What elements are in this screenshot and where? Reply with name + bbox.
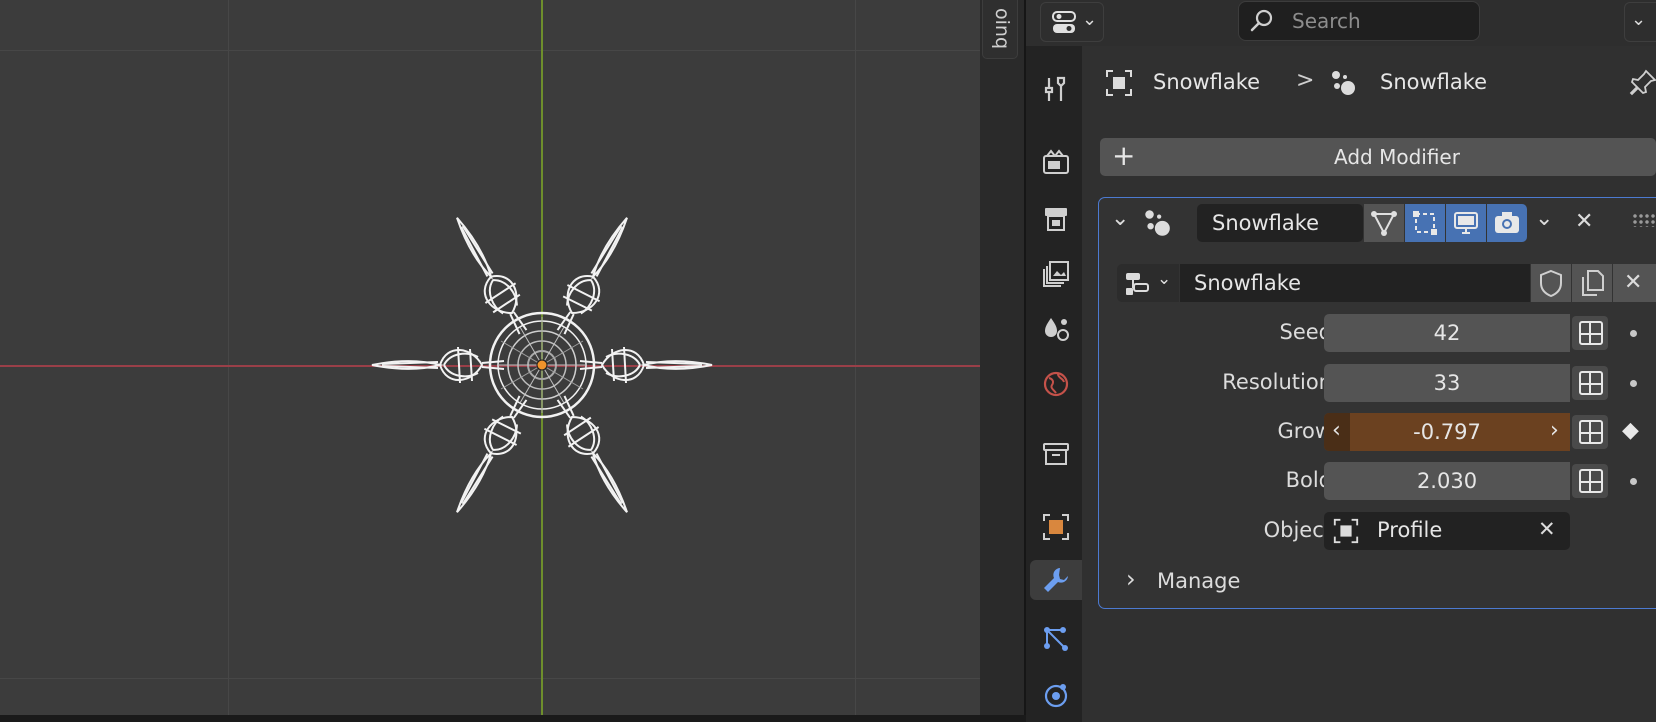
object-field[interactable]: Profile ✕ — [1324, 512, 1570, 550]
breadcrumb-separator: > — [1296, 68, 1315, 93]
edit-mode-toggle[interactable] — [1364, 204, 1404, 242]
search-field[interactable]: Search — [1238, 1, 1480, 41]
manage-subpanel-header[interactable]: Manage — [1157, 569, 1240, 593]
collapse-chevron-icon[interactable]: ⌄ — [1111, 206, 1129, 231]
node-group-browse-button[interactable]: ⌄ — [1117, 264, 1179, 302]
editor-type-button[interactable]: ⌄ — [1040, 2, 1104, 42]
editor-type-icon — [1052, 11, 1076, 33]
keyframe-dot-icon[interactable] — [1630, 330, 1637, 337]
particles-icon[interactable] — [1036, 619, 1076, 659]
output-icon[interactable] — [1036, 199, 1076, 239]
chevron-right-icon[interactable]: › — [1550, 418, 1559, 443]
shield-icon — [1540, 269, 1562, 297]
on-cage-icon — [1413, 211, 1437, 235]
attribute-toggle-icon[interactable] — [1572, 415, 1608, 449]
grid-line — [855, 0, 856, 715]
attribute-toggle-icon[interactable] — [1572, 464, 1608, 498]
world-icon[interactable] — [1036, 364, 1076, 404]
duplicate-icon — [1582, 270, 1604, 296]
render-icon[interactable] — [1036, 142, 1076, 182]
resolution-label: Resolution — [1222, 370, 1332, 394]
object-icon[interactable] — [1036, 507, 1076, 547]
close-icon[interactable]: ✕ — [1575, 209, 1593, 234]
scene-icon[interactable] — [1036, 309, 1076, 349]
chevron-down-icon: ⌄ — [1157, 269, 1172, 289]
seed-field[interactable]: 42 — [1324, 314, 1570, 352]
mesh-object-icon — [1106, 70, 1132, 96]
grid-line — [0, 678, 980, 679]
geometry-nodes-icon — [1332, 71, 1355, 95]
edit-mode-icon — [1371, 211, 1397, 236]
camera-icon — [1495, 212, 1519, 233]
close-icon[interactable]: ✕ — [1538, 517, 1556, 541]
grow-label: Grow — [1277, 419, 1332, 443]
geometry-nodes-icon — [1145, 210, 1170, 236]
keyframe-dot-icon[interactable] — [1630, 380, 1637, 387]
keyframe-icon[interactable]: ◆ — [1622, 418, 1639, 443]
drag-handle-icon[interactable] — [1632, 213, 1656, 227]
seed-value: 42 — [1433, 321, 1461, 345]
3d-viewport[interactable] — [0, 0, 980, 715]
physics-icon[interactable] — [1036, 676, 1076, 716]
modifier-icon[interactable] — [1030, 560, 1082, 600]
bold-value: 2.030 — [1416, 469, 1478, 493]
chevron-down-icon: ⌄ — [1631, 9, 1647, 30]
fake-user-button[interactable] — [1531, 264, 1571, 302]
modifier-name-field[interactable]: Snowflake — [1197, 204, 1363, 242]
seed-label: Seed — [1279, 320, 1333, 344]
breadcrumb: Snowflake > Snowflake — [1100, 64, 1656, 104]
monitor-icon — [1454, 212, 1478, 234]
attribute-toggle-icon[interactable] — [1572, 366, 1608, 400]
search-placeholder: Search — [1292, 9, 1361, 33]
duplicate-button[interactable] — [1572, 264, 1612, 302]
extra-options-chevron-icon[interactable]: ⌄ — [1535, 206, 1553, 231]
cage-toggle[interactable] — [1405, 204, 1445, 242]
modifier-name: Snowflake — [1212, 211, 1320, 235]
pin-icon[interactable] — [1628, 68, 1656, 98]
snowflake-mesh[interactable] — [350, 195, 730, 535]
plus-icon: + — [1112, 139, 1136, 172]
node-tree-icon — [1126, 273, 1149, 295]
resolution-field[interactable]: 33 — [1324, 364, 1570, 402]
keyframe-dot-icon[interactable] — [1630, 478, 1637, 485]
grid-line — [228, 0, 229, 715]
bold-field[interactable]: 2.030 — [1324, 462, 1570, 500]
unlink-button[interactable]: ✕ — [1613, 264, 1656, 302]
add-modifier-button[interactable]: + Add Modifier — [1100, 138, 1656, 176]
sidebar-tab[interactable]: oinq — [982, 0, 1018, 59]
grid-line — [0, 50, 980, 51]
close-icon: ✕ — [1624, 270, 1643, 295]
node-group-name: Snowflake — [1194, 271, 1302, 295]
grow-value: -0.797 — [1413, 420, 1481, 444]
search-icon — [1250, 9, 1273, 32]
grow-field[interactable]: ‹ -0.797 › — [1324, 413, 1570, 451]
options-dropdown[interactable]: ⌄ — [1624, 2, 1656, 42]
breadcrumb-object: Snowflake — [1153, 70, 1261, 94]
view-layer-icon[interactable] — [1036, 254, 1076, 294]
chevron-left-icon[interactable]: ‹ — [1332, 418, 1341, 443]
object-value: Profile — [1377, 518, 1443, 542]
chevron-down-icon: ⌄ — [1082, 9, 1098, 30]
tool-icon[interactable] — [1036, 70, 1076, 110]
mesh-object-icon — [1333, 518, 1359, 544]
object-label: Object — [1263, 518, 1332, 542]
node-group-name-field[interactable]: Snowflake — [1180, 264, 1530, 302]
viewport-toggle[interactable] — [1446, 204, 1486, 242]
chevron-right-icon[interactable]: › — [1126, 565, 1136, 593]
resolution-value: 33 — [1433, 371, 1461, 395]
bold-label: Bold — [1285, 468, 1332, 492]
render-toggle[interactable] — [1487, 204, 1527, 242]
viewport-sidebar-strip — [980, 0, 1025, 715]
breadcrumb-modifier: Snowflake — [1380, 70, 1488, 94]
collection-icon[interactable] — [1036, 434, 1076, 474]
add-modifier-label: Add Modifier — [1334, 145, 1460, 169]
attribute-toggle-icon[interactable] — [1572, 316, 1608, 350]
